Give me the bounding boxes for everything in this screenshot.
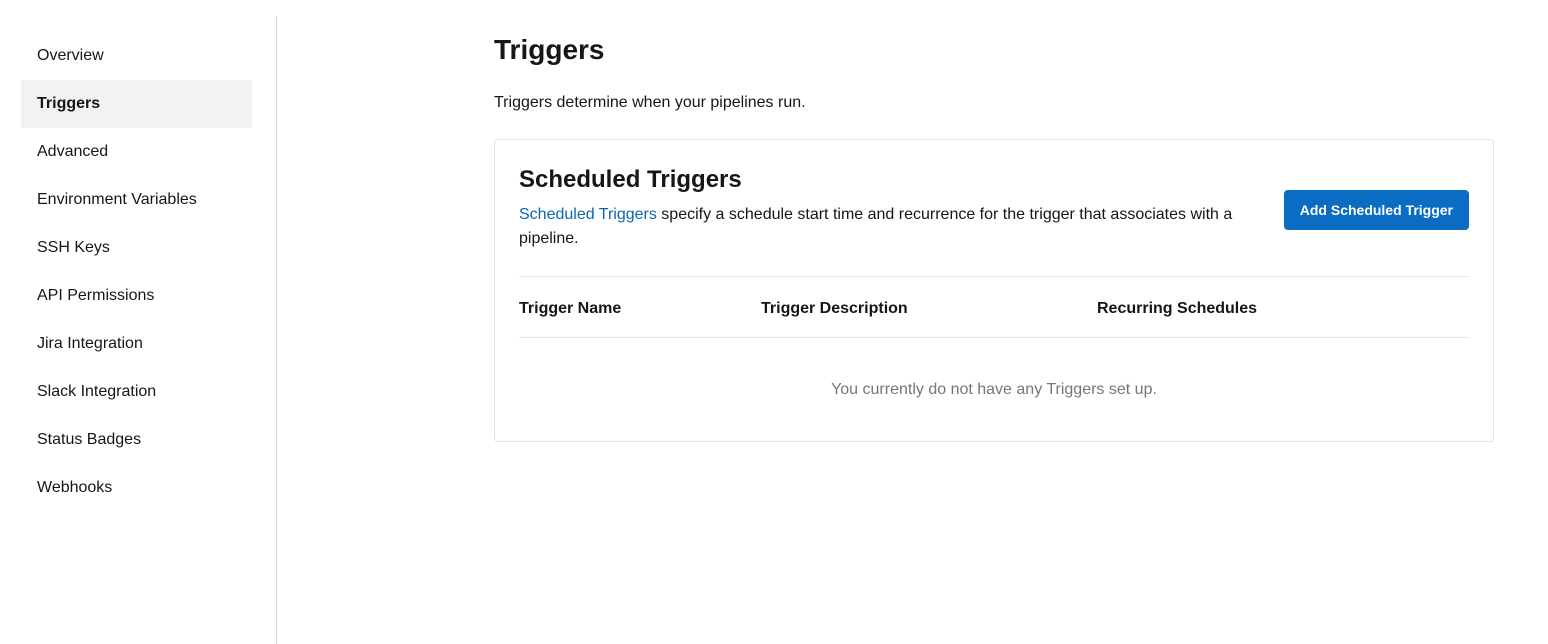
sidebar-item-triggers[interactable]: Triggers xyxy=(21,80,252,128)
sidebar-item-webhooks[interactable]: Webhooks xyxy=(21,464,252,512)
sidebar-item-api-permissions[interactable]: API Permissions xyxy=(21,272,252,320)
sidebar-item-ssh-keys[interactable]: SSH Keys xyxy=(21,224,252,272)
sidebar-item-overview[interactable]: Overview xyxy=(21,32,252,80)
sidebar-divider xyxy=(276,16,277,644)
page-description: Triggers determine when your pipelines r… xyxy=(494,94,806,111)
page: Overview Triggers Advanced Environment V… xyxy=(0,0,1548,644)
sidebar-item-advanced[interactable]: Advanced xyxy=(21,128,252,176)
card-description: Scheduled Triggers specify a schedule st… xyxy=(519,203,1259,251)
add-scheduled-trigger-button[interactable]: Add Scheduled Trigger xyxy=(1283,190,1469,230)
sidebar-nav: Overview Triggers Advanced Environment V… xyxy=(21,32,252,512)
main-content: Triggers Triggers determine when your pi… xyxy=(494,30,1494,442)
column-header-recurring-schedules: Recurring Schedules xyxy=(1097,300,1258,317)
page-title: Triggers xyxy=(494,34,605,65)
card-header: Scheduled Triggers Scheduled Triggers sp… xyxy=(519,164,1469,277)
scheduled-triggers-link[interactable]: Scheduled Triggers xyxy=(519,206,657,223)
scheduled-triggers-card: Scheduled Triggers Scheduled Triggers sp… xyxy=(494,139,1494,442)
sidebar-item-jira-integration[interactable]: Jira Integration xyxy=(21,320,252,368)
triggers-table-header: Trigger Name Trigger Description Recurri… xyxy=(519,277,1469,338)
sidebar-item-status-badges[interactable]: Status Badges xyxy=(21,416,252,464)
column-header-trigger-name: Trigger Name xyxy=(519,300,622,317)
column-header-trigger-description: Trigger Description xyxy=(761,300,908,317)
sidebar-item-environment-variables[interactable]: Environment Variables xyxy=(21,176,252,224)
empty-state-message: You currently do not have any Triggers s… xyxy=(831,381,1157,398)
sidebar-item-slack-integration[interactable]: Slack Integration xyxy=(21,368,252,416)
